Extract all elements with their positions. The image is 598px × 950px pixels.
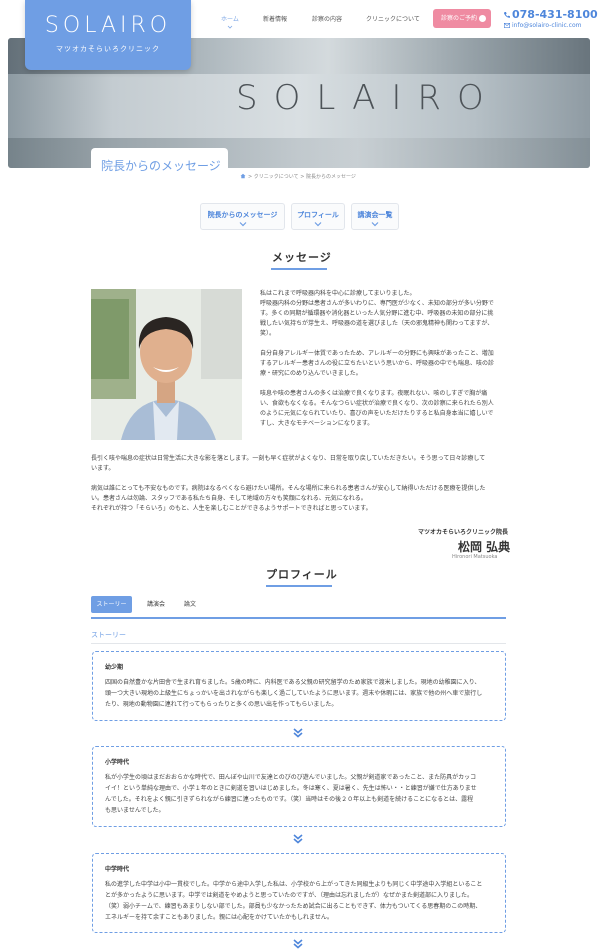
message-text-full: 長引く咳や喘息の症状は日常生活に大きな影を落とします。一刻も早く症状がよくなり、… xyxy=(91,454,511,514)
double-chevron-down-icon xyxy=(293,939,303,949)
nav-services[interactable]: 診察の内容 xyxy=(312,14,342,23)
card-body: 四国の自然豊かな片田舎で生まれ育ちました。5歳の時に、内科医である父親の研究留学… xyxy=(105,679,483,708)
signature-romaji: Hironori Matsuoka xyxy=(452,554,498,560)
mail-icon xyxy=(504,23,510,28)
subtab-message[interactable]: 院長からのメッセージ xyxy=(200,203,285,230)
card-title: 幼少期 xyxy=(105,664,124,671)
paragraph: 病気は誰にとっても不安なものです。病院はなるべくなら避けたい場所。そんな場所に来… xyxy=(91,485,486,512)
director-photo xyxy=(91,289,242,440)
paragraph: 長引く咳や喘息の症状は日常生活に大きな影を落とします。一刻も早く症状がよくなり、… xyxy=(91,455,486,472)
arrow-circle-icon xyxy=(479,15,486,22)
tab-papers[interactable]: 論文 xyxy=(177,596,203,613)
card-title: 小学時代 xyxy=(105,759,130,766)
subtab-label: プロフィール xyxy=(297,211,339,219)
mail-address[interactable]: info@solairo-clinic.com xyxy=(512,22,581,29)
story-card: 小学時代 私が小学生の頃はまだおおらかな時代で、田んぼや山川で友達とのびのび遊ん… xyxy=(92,746,506,827)
hero-sign-text: SOLAIRO xyxy=(236,78,500,118)
tab-lectures[interactable]: 講演会 xyxy=(140,596,172,613)
heading-underline xyxy=(271,268,327,270)
nav-home[interactable]: ホーム xyxy=(221,14,239,23)
signature-name: 松岡 弘典 xyxy=(458,540,511,554)
subtab-label: 講演会一覧 xyxy=(357,211,393,219)
card-title: 中学時代 xyxy=(105,866,130,873)
home-icon[interactable] xyxy=(240,173,246,179)
signature-org: マツオカそらいろクリニック院長 xyxy=(418,529,509,536)
chevron-down-icon xyxy=(239,222,246,227)
phone-number[interactable]: 078-431-8100 xyxy=(512,8,598,21)
reserve-label: 診察のご予約 xyxy=(441,15,478,22)
subtab-label: 院長からのメッセージ xyxy=(207,211,278,219)
tab-story[interactable]: ストーリー xyxy=(91,596,132,613)
logo-subtitle: マツオカそらいろクリニック xyxy=(56,45,160,53)
nav-news[interactable]: 新着情報 xyxy=(263,14,287,23)
subtab-profile[interactable]: プロフィール xyxy=(291,203,345,230)
site-logo[interactable]: SOLAIRO マツオカそらいろクリニック xyxy=(25,0,191,70)
message-text-right: 私はこれまで呼吸器内科を中心に診療してまいりました。 呼吸器内科の分野は患者さんが… xyxy=(260,289,510,429)
chevron-down-icon xyxy=(314,222,322,227)
paragraph: 自分自身アレルギー体質であったため、アレルギーの分野にも興味があったこと、増加す… xyxy=(260,350,495,377)
story-heading: ストーリー xyxy=(91,631,126,639)
paragraph: 咳息や咳の患者さんの多くは治療で良くなります。夜眠れない、咳のしすぎで胸が痛 い、… xyxy=(260,390,494,427)
message-heading: メッセージ xyxy=(272,251,332,264)
chevron-down-icon xyxy=(371,222,379,227)
double-chevron-down-icon xyxy=(293,834,303,844)
phone-icon xyxy=(504,12,510,18)
breadcrumb[interactable]: > クリニックについて > 院長からのメッセージ xyxy=(248,173,356,180)
paragraph: 私はこれまで呼吸器内科を中心に診療してまいりました。 呼吸器内科の分野は患者さんが… xyxy=(260,290,494,337)
reserve-button[interactable]: 診察のご予約 xyxy=(433,9,491,28)
nav-about[interactable]: クリニックについて xyxy=(366,14,420,23)
logo-wordmark: SOLAIRO xyxy=(44,13,172,38)
story-card: 中学時代 私の進学した中学は小中一貫校でした。中学から途中入学した私は、小学校か… xyxy=(92,853,506,933)
divider xyxy=(91,643,506,644)
page-title: 院長からのメッセージ xyxy=(91,148,228,181)
chevron-down-icon xyxy=(227,25,233,29)
heading-underline xyxy=(266,585,332,587)
card-body: 私の進学した中学は小中一貫校でした。中学から途中入学した私は、小学校から上がって… xyxy=(105,881,483,921)
double-chevron-down-icon xyxy=(293,728,303,738)
subtab-lectures[interactable]: 講演会一覧 xyxy=(351,203,399,230)
story-card: 幼少期 四国の自然豊かな片田舎で生まれ育ちました。5歳の時に、内科医である父親の… xyxy=(92,651,506,721)
tabs-underline xyxy=(91,617,506,619)
card-body: 私が小学生の頃はまだおおらかな時代で、田んぼや山川で友達とのびのび遊んでいました… xyxy=(105,774,477,814)
profile-heading: プロフィール xyxy=(266,568,338,581)
